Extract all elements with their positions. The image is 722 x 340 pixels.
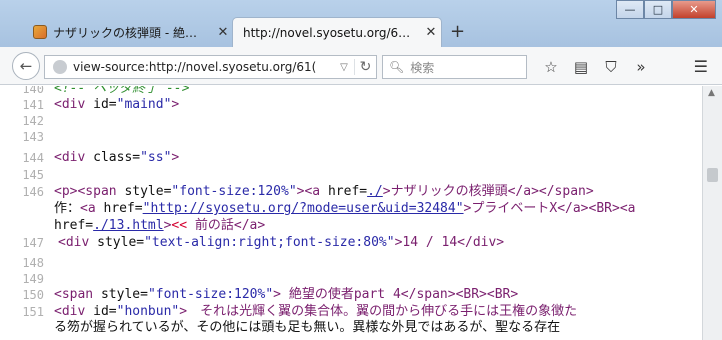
line-number: 150 [22, 288, 44, 302]
search-icon: 🔍︎ [389, 60, 405, 74]
source-link[interactable]: ./13.html [93, 218, 163, 233]
close-tab-icon[interactable]: ✕ [421, 25, 441, 40]
site-favicon-icon [33, 25, 47, 39]
source-line: 150 <span style="font-size:120%"> 絶望の使者p… [0, 287, 702, 303]
code-comment: <!-- ヘッダ終了 --> [54, 86, 190, 96]
line-number: 148 [22, 256, 44, 270]
address-bar[interactable]: view-source:http://novel.syosetu.org/61(… [44, 55, 377, 79]
url-text[interactable]: view-source:http://novel.syosetu.org/61( [73, 60, 334, 74]
source-line: 144 <div class="ss"> [0, 150, 702, 166]
scrollbar-thumb[interactable] [707, 168, 718, 182]
scroll-up-icon[interactable]: ▲ [708, 88, 715, 98]
maximize-button[interactable]: □ [644, 0, 672, 19]
pocket-icon[interactable]: ⛉ [599, 56, 623, 78]
title-bar: ナザリックの核弾頭 - 絶… ✕ http://novel.syosetu.or… [0, 0, 722, 47]
search-placeholder: 検索 [410, 60, 435, 75]
source-link[interactable]: "http://syosetu.org/?mode=user&uid=32484… [143, 201, 464, 216]
search-input[interactable]: 🔍︎ 検索 [382, 55, 527, 79]
close-tab-icon[interactable]: ✕ [213, 25, 233, 40]
source-line: 146 <p><span style="font-size:120%"><a h… [0, 184, 702, 200]
line-number: 146 [22, 185, 44, 199]
line-number: 140 [22, 86, 44, 96]
source-link[interactable]: ./ [367, 184, 383, 199]
source-line: 作：<a href="http://syosetu.org/?mode=user… [0, 201, 702, 217]
window-controls: — □ ✕ [616, 0, 716, 19]
reading-list-icon[interactable]: ▤ [569, 56, 593, 78]
view-source-content: 140 <!-- ヘッダ終了 --> 141 <div id="maind"> … [0, 86, 702, 340]
navigation-bar: ← view-source:http://novel.syosetu.org/6… [0, 47, 722, 85]
bookmark-star-icon[interactable]: ☆ [539, 56, 563, 78]
line-number: 145 [22, 168, 44, 182]
code: <p><span style="font-size:120%"><a href=… [54, 184, 594, 199]
overflow-chevron-icon[interactable]: » [629, 56, 653, 78]
reload-icon[interactable]: ↻ [354, 59, 376, 75]
source-line: 143 [0, 129, 702, 145]
source-line: 145 [0, 167, 702, 183]
source-line: 141 <div id="maind"> [0, 97, 702, 113]
back-arrow-icon[interactable]: ← [12, 52, 40, 80]
globe-icon [53, 60, 67, 74]
code: <div id="maind"> [54, 97, 180, 112]
source-line: る笏が握られているが、その他には頭も足も無い。異様な外見ではあるが、聖なる存在 [0, 320, 702, 336]
line-number: 143 [22, 130, 44, 144]
source-line: 142 [0, 113, 702, 129]
vertical-scrollbar[interactable]: ▲ [702, 86, 722, 340]
code: <div id="honbun"> それは光輝く翼の集合体。翼の間から伸びる手に… [54, 304, 578, 319]
source-line: 140 <!-- ヘッダ終了 --> [0, 86, 702, 97]
code: href=./13.html><< 前の話</a> [54, 218, 266, 233]
line-number: 151 [22, 305, 44, 319]
source-line: 149 [0, 271, 702, 287]
tab-title: ナザリックの核弾頭 - 絶… [53, 25, 197, 40]
line-number: 149 [22, 272, 44, 286]
toolbar-icons: ☆ ▤ ⛉ » [539, 56, 659, 78]
source-line: 151 <div id="honbun"> それは光輝く翼の集合体。翼の間から伸… [0, 304, 702, 320]
tab-view-source[interactable]: http://novel.syosetu.org/6… ✕ [232, 17, 442, 47]
minimize-button[interactable]: — [616, 0, 644, 19]
line-number: 144 [22, 151, 44, 165]
tab-nazarick[interactable]: ナザリックの核弾頭 - 絶… ✕ [25, 17, 233, 47]
source-line: 147 <div style="text-align:right;font-si… [0, 235, 702, 251]
code: 作：<a href="http://syosetu.org/?mode=user… [54, 201, 636, 216]
source-line: href=./13.html><< 前の話</a> [0, 218, 702, 234]
code: <div style="text-align:right;font-size:8… [58, 235, 505, 250]
code: る笏が握られているが、その他には頭も足も無い。異様な外見ではあるが、聖なる存在 [54, 320, 561, 335]
line-number: 147 [22, 236, 44, 250]
source-line: 148 [0, 255, 702, 271]
line-number: 141 [22, 98, 44, 112]
history-dropdown-icon[interactable]: ▽ [334, 62, 354, 73]
line-number: 142 [22, 114, 44, 128]
hamburger-menu-icon[interactable]: ☰ [694, 57, 708, 76]
code: <span style="font-size:120%"> 絶望の使者part … [54, 287, 519, 302]
new-tab-icon[interactable]: + [450, 21, 465, 42]
code: <div class="ss"> [54, 150, 180, 165]
close-window-button[interactable]: ✕ [672, 0, 716, 19]
tab-title: http://novel.syosetu.org/6… [243, 25, 411, 40]
